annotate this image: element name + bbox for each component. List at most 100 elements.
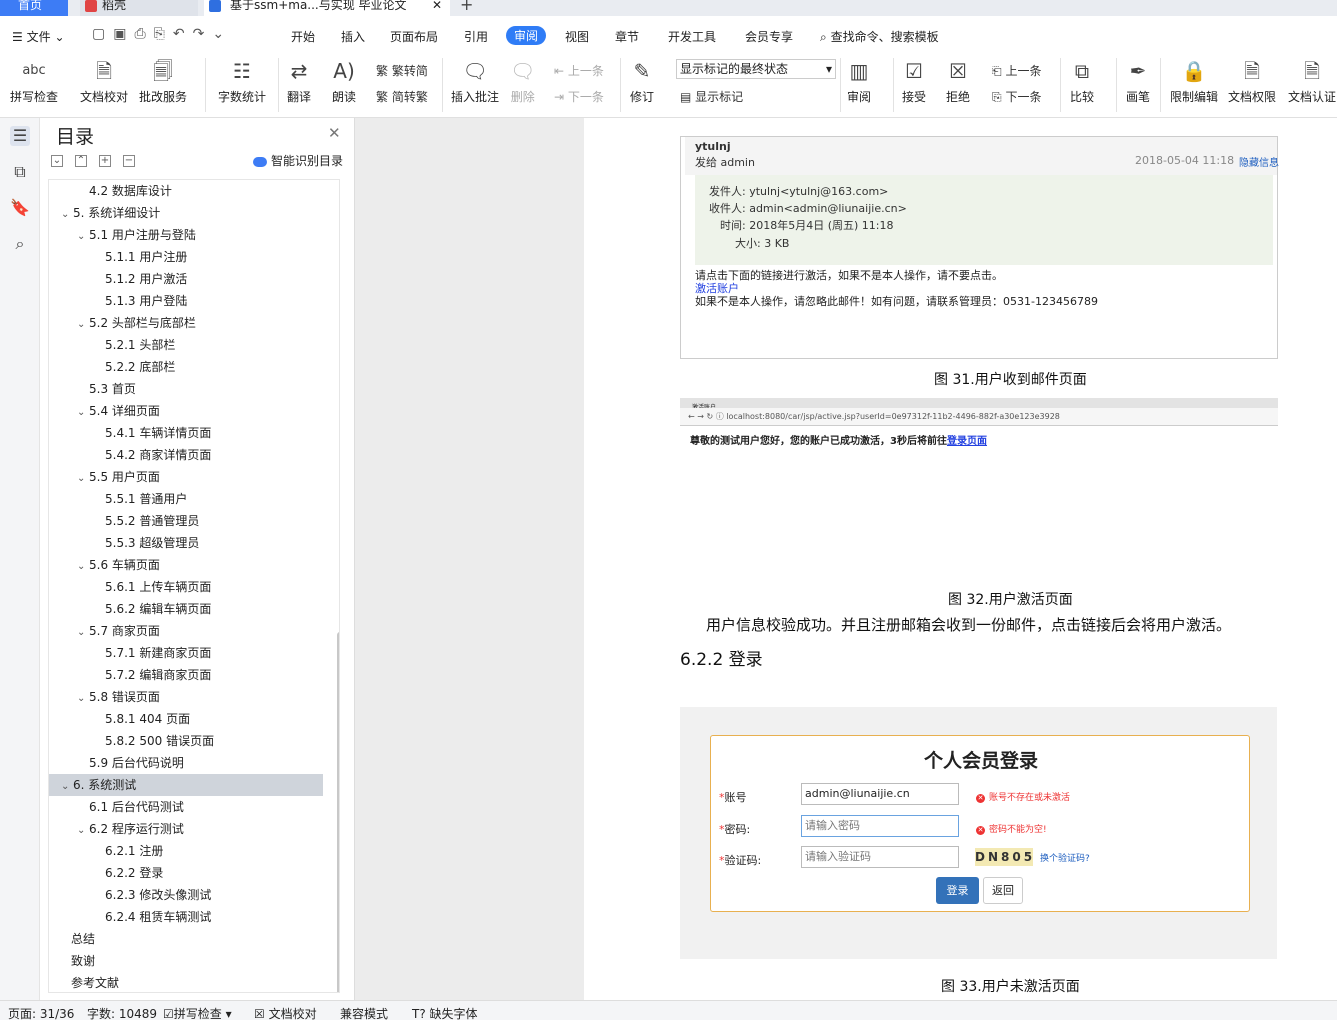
search-icon[interactable]: ⌕ [10, 234, 30, 254]
toc-item[interactable]: 致谢 [49, 950, 323, 972]
toc-item[interactable]: ⌄ 6.2 程序运行测试 [49, 818, 323, 840]
show-markup-button[interactable]: ▤ 显示标记 [680, 88, 743, 105]
toc-item[interactable]: 5.2.2 底部栏 [49, 356, 323, 378]
toc-item[interactable]: 5.4.2 商家详情页面 [49, 444, 323, 466]
toc-item[interactable]: 5.1.3 用户登陆 [49, 290, 323, 312]
menu-chapter[interactable]: 章节 [615, 28, 639, 45]
doc-permission-button[interactable]: 🗎 文档权限 [1228, 56, 1276, 105]
tab-home[interactable]: 首页 [0, 0, 68, 16]
chevron-down-icon[interactable]: ⌄ [77, 622, 89, 644]
toc-item[interactable]: 5.6.1 上传车辆页面 [49, 576, 323, 598]
chevron-down-icon[interactable]: ⌄ [77, 402, 89, 424]
smart-toc-button[interactable]: 智能识别目录 [253, 152, 343, 169]
toc-item[interactable]: 参考文献 [49, 972, 323, 992]
chevron-down-icon[interactable]: ⌄ [61, 776, 73, 798]
toc-item[interactable]: 5.5.2 普通管理员 [49, 510, 323, 532]
chevron-down-icon[interactable]: ⌄ [77, 314, 89, 336]
quick-access-icons[interactable]: ▢▣⎙⎘↶↷⌄ [92, 26, 232, 42]
simp-to-trad-button[interactable]: 繁 简转繁 [376, 88, 428, 105]
toc-item[interactable]: ⌄ 5.1 用户注册与登陆 [49, 224, 323, 246]
next-comment-button[interactable]: ⇥ 下一条 [554, 88, 604, 105]
toc-item[interactable]: 6.2.1 注册 [49, 840, 323, 862]
toc-item[interactable]: 6.2.2 登录 [49, 862, 323, 884]
toc-item[interactable]: 5.8.2 500 错误页面 [49, 730, 323, 752]
restrict-edit-button[interactable]: 🔒 限制编辑 [1170, 56, 1218, 105]
toc-item[interactable]: 5.5.1 普通用户 [49, 488, 323, 510]
review-pane-button[interactable]: ▥ 审阅 [847, 56, 871, 105]
reject-button[interactable]: ☒ 拒绝 [946, 56, 970, 105]
menu-review[interactable]: 审阅 [506, 26, 547, 45]
toc-item[interactable]: ⌄ 5.6 车辆页面 [49, 554, 323, 576]
word-count-button[interactable]: ☷ 字数统计 [218, 56, 266, 105]
status-proof[interactable]: ☒ 文档校对 [254, 1005, 317, 1020]
menu-layout[interactable]: 页面布局 [390, 28, 438, 45]
pen-button[interactable]: ✒ 画笔 [1126, 56, 1150, 105]
toc-item[interactable]: 5.8.1 404 页面 [49, 708, 323, 730]
bookmark-icon[interactable]: 🔖 [10, 198, 30, 218]
doc-proof-button[interactable]: 🗎 文档校对 [80, 56, 128, 105]
chevron-down-icon[interactable]: ⌄ [77, 468, 89, 490]
add-heading-icon[interactable]: + [99, 155, 111, 167]
command-search[interactable]: ⌕ 查找命令、搜索模板 [820, 28, 939, 45]
toc-item[interactable]: 5.1.2 用户激活 [49, 268, 323, 290]
toc-item[interactable]: 5.3 首页 [49, 378, 323, 400]
trad-to-simp-button[interactable]: 繁 繁转简 [376, 62, 428, 79]
toc-item[interactable]: ⌄ 5.2 头部栏与底部栏 [49, 312, 323, 334]
toc-item[interactable]: 4.2 数据库设计 [49, 180, 323, 202]
markup-state-select[interactable]: 显示标记的最终状态 ▾ [676, 59, 836, 79]
toc-scrollbar[interactable] [337, 632, 339, 992]
menu-view[interactable]: 视图 [565, 28, 589, 45]
menu-start[interactable]: 开始 [291, 28, 315, 45]
toc-item[interactable]: ⌄ 5.8 错误页面 [49, 686, 323, 708]
toc-item[interactable]: 5.6.2 编辑车辆页面 [49, 598, 323, 620]
toc-item[interactable]: ⌄ 6. 系统测试 [49, 774, 323, 796]
chevron-down-icon[interactable]: ⌄ [77, 820, 89, 842]
menu-reference[interactable]: 引用 [464, 28, 488, 45]
next-change-button[interactable]: ⎘ 下一条 [992, 88, 1041, 105]
toc-item[interactable]: ⌄ 5.4 详细页面 [49, 400, 323, 422]
status-spell-check[interactable]: ☑拼写检查 ▾ [163, 1005, 232, 1020]
read-aloud-button[interactable]: A) 朗读 [332, 56, 356, 105]
collapse-all-icon[interactable]: ⌄ [51, 155, 63, 167]
missing-fonts[interactable]: T? 缺失字体 [412, 1005, 478, 1020]
prev-change-button[interactable]: ⎗ 上一条 [992, 62, 1041, 79]
nav-pane-icon[interactable]: ⧉ [10, 162, 30, 182]
toc-item[interactable]: 5.4.1 车辆详情页面 [49, 422, 323, 444]
remove-heading-icon[interactable]: − [123, 155, 135, 167]
translate-button[interactable]: ⇄ 翻译 [287, 56, 311, 105]
accept-button[interactable]: ☑ 接受 [902, 56, 926, 105]
insert-comment-button[interactable]: 🗨 插入批注 [451, 56, 499, 105]
close-icon[interactable]: ✕ [432, 0, 442, 14]
toc-item[interactable]: 5.1.1 用户注册 [49, 246, 323, 268]
toc-item[interactable]: 5.5.3 超级管理员 [49, 532, 323, 554]
menu-devtools[interactable]: 开发工具 [668, 28, 716, 45]
chevron-down-icon[interactable]: ⌄ [77, 688, 89, 710]
menu-member[interactable]: 会员专享 [745, 28, 793, 45]
tab-daoke[interactable]: 稻壳 [80, 0, 198, 16]
spell-check-button[interactable]: abc 拼写检查 [10, 56, 58, 105]
annotate-service-button[interactable]: 🗐 批改服务 [139, 56, 187, 105]
word-counter[interactable]: 字数: 10489 [87, 1005, 157, 1020]
page-counter[interactable]: 页面: 31/36 [8, 1005, 74, 1020]
toc-item[interactable]: 6.2.4 租赁车辆测试 [49, 906, 323, 928]
toc-item[interactable]: ⌄ 5.5 用户页面 [49, 466, 323, 488]
file-menu[interactable]: ☰ 文件 ⌄ [12, 28, 65, 45]
toc-item[interactable]: 6.2.3 修改头像测试 [49, 884, 323, 906]
toc-panel-icon[interactable]: ☰ [10, 126, 30, 146]
menu-insert[interactable]: 插入 [341, 28, 365, 45]
tab-document[interactable]: 基于ssm+ma...与实现 毕业论文 ✕ [204, 0, 450, 16]
toc-item[interactable]: 5.2.1 头部栏 [49, 334, 323, 356]
track-changes-button[interactable]: ✎ 修订 [630, 56, 654, 105]
delete-comment-button[interactable]: 🗨 删除 [510, 56, 535, 105]
expand-up-icon[interactable]: ⌃ [75, 155, 87, 167]
toc-item[interactable]: ⌄ 5.7 商家页面 [49, 620, 323, 642]
chevron-down-icon[interactable]: ⌄ [77, 556, 89, 578]
new-tab-icon[interactable]: + [460, 0, 473, 14]
compare-button[interactable]: ⧉ 比较 [1070, 56, 1094, 105]
toc-item[interactable]: 5.7.1 新建商家页面 [49, 642, 323, 664]
doc-certify-button[interactable]: 🗎 文档认证 [1288, 56, 1336, 105]
toc-item[interactable]: 总结 [49, 928, 323, 950]
toc-item[interactable]: 5.9 后台代码说明 [49, 752, 323, 774]
chevron-down-icon[interactable]: ⌄ [77, 226, 89, 248]
toc-item[interactable]: 5.7.2 编辑商家页面 [49, 664, 323, 686]
